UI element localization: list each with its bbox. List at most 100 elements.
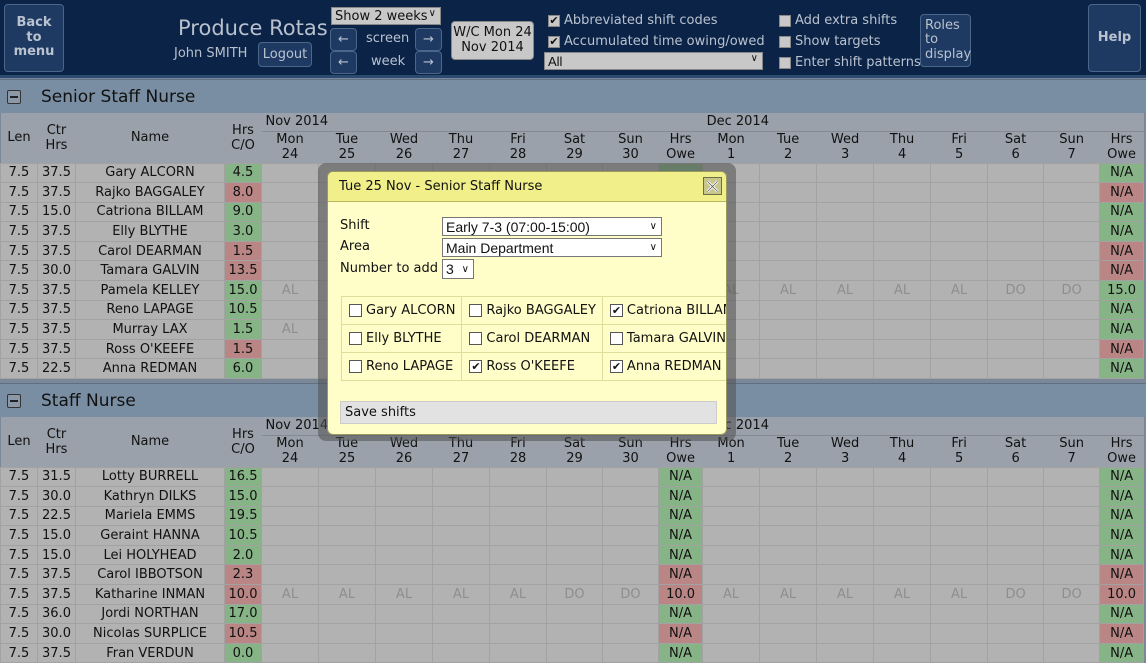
shift-cell[interactable] xyxy=(987,358,1045,380)
save-shifts-button[interactable]: Save shifts xyxy=(340,401,717,424)
shift-cell[interactable] xyxy=(759,623,818,644)
shift-cell[interactable] xyxy=(816,505,875,527)
shift-cell[interactable] xyxy=(546,564,603,586)
shift-cell[interactable] xyxy=(261,486,319,507)
shift-cell[interactable] xyxy=(702,544,761,566)
shift-cell[interactable] xyxy=(489,603,547,625)
roles-to-display-button[interactable]: Roles to display xyxy=(920,14,971,67)
shift-cell[interactable] xyxy=(987,603,1045,625)
shift-cell[interactable] xyxy=(987,182,1045,203)
prev-week-button[interactable]: ← xyxy=(330,51,357,74)
shift-cell[interactable] xyxy=(261,201,319,223)
shift-cell[interactable] xyxy=(702,525,761,546)
shift-cell[interactable] xyxy=(759,466,818,488)
shift-cell[interactable]: DO xyxy=(602,584,659,605)
shift-cell[interactable] xyxy=(261,358,319,380)
shift-cell[interactable] xyxy=(987,319,1045,340)
shift-select[interactable]: Early 7-3 (07:00-15:00) ∨ xyxy=(442,217,662,236)
shift-cell[interactable] xyxy=(261,525,319,546)
shift-cell[interactable] xyxy=(873,525,932,546)
shift-cell[interactable] xyxy=(261,182,319,203)
shift-cell[interactable] xyxy=(930,221,989,242)
shift-cell[interactable] xyxy=(930,486,989,507)
shift-cell[interactable] xyxy=(759,358,818,380)
shift-cell[interactable] xyxy=(816,642,875,663)
shift-cell[interactable]: AL xyxy=(261,584,319,605)
shift-cell[interactable] xyxy=(873,260,932,282)
shift-cell[interactable]: AL xyxy=(759,584,818,605)
shift-cell[interactable] xyxy=(602,603,659,625)
shift-cell[interactable] xyxy=(1043,525,1101,546)
shift-cell[interactable] xyxy=(759,201,818,223)
accumulated-time-checkbox[interactable]: ✔ Accumulated time owing/owed xyxy=(548,34,765,49)
shift-cell[interactable] xyxy=(816,623,875,644)
shift-cell[interactable] xyxy=(930,299,989,321)
shift-cell[interactable] xyxy=(759,260,818,282)
shift-cell[interactable] xyxy=(1043,642,1101,663)
shift-cell[interactable]: AL xyxy=(261,280,319,301)
area-select[interactable]: Main Department ∨ xyxy=(442,238,662,257)
shift-cell[interactable] xyxy=(930,505,989,527)
staff-checkbox[interactable]: ✔ Ross O'KEEFE xyxy=(469,359,596,374)
shift-cell[interactable]: AL xyxy=(873,280,932,301)
shift-cell[interactable] xyxy=(930,466,989,488)
shift-cell[interactable] xyxy=(816,221,875,242)
shift-cell[interactable] xyxy=(816,338,875,360)
shift-cell[interactable] xyxy=(432,466,490,488)
close-button[interactable] xyxy=(703,177,722,195)
shift-cell[interactable]: AL xyxy=(432,584,490,605)
shift-cell[interactable]: AL xyxy=(759,280,818,301)
shift-cell[interactable] xyxy=(602,564,659,586)
show-targets-checkbox[interactable]: Show targets xyxy=(779,34,881,49)
shift-cell[interactable] xyxy=(987,544,1045,566)
shift-cell[interactable] xyxy=(602,544,659,566)
shift-cell[interactable] xyxy=(1043,358,1101,380)
staff-checkbox[interactable]: ✔ Catriona BILLAM xyxy=(609,303,726,318)
shift-cell[interactable] xyxy=(759,642,818,663)
shift-cell[interactable] xyxy=(987,623,1045,644)
shift-cell[interactable] xyxy=(318,466,376,488)
shift-cell[interactable] xyxy=(1043,544,1101,566)
shift-cell[interactable] xyxy=(261,623,319,644)
shift-cell[interactable] xyxy=(930,201,989,223)
shift-cell[interactable] xyxy=(489,544,547,566)
shift-cell[interactable]: AL xyxy=(318,584,376,605)
shift-cell[interactable] xyxy=(759,338,818,360)
shift-cell[interactable]: AL xyxy=(873,584,932,605)
enter-shift-patterns-checkbox[interactable]: Enter shift patterns xyxy=(779,55,921,70)
shift-cell[interactable] xyxy=(873,466,932,488)
shift-cell[interactable] xyxy=(930,260,989,282)
shift-cell[interactable] xyxy=(261,240,319,262)
shift-cell[interactable] xyxy=(546,603,603,625)
collapse-icon[interactable] xyxy=(7,89,21,104)
add-extra-shifts-checkbox[interactable]: Add extra shifts xyxy=(779,13,897,28)
shift-cell[interactable] xyxy=(432,603,490,625)
shift-cell[interactable] xyxy=(546,466,603,488)
shift-cell[interactable] xyxy=(987,642,1045,663)
shift-cell[interactable] xyxy=(489,564,547,586)
shift-cell[interactable] xyxy=(1043,486,1101,507)
shift-cell[interactable] xyxy=(702,505,761,527)
shift-cell[interactable] xyxy=(987,564,1045,586)
shift-cell[interactable] xyxy=(261,505,319,527)
shift-cell[interactable]: AL xyxy=(816,280,875,301)
shift-cell[interactable] xyxy=(816,182,875,203)
shift-cell[interactable]: DO xyxy=(987,280,1045,301)
staff-checkbox[interactable]: Reno LAPAGE xyxy=(349,359,455,374)
shift-cell[interactable] xyxy=(432,623,490,644)
shift-cell[interactable] xyxy=(816,299,875,321)
shift-cell[interactable] xyxy=(432,642,490,663)
shift-cell[interactable] xyxy=(873,642,932,663)
shift-cell[interactable] xyxy=(261,642,319,663)
shift-cell[interactable] xyxy=(759,182,818,203)
shift-cell[interactable] xyxy=(873,299,932,321)
shift-cell[interactable] xyxy=(873,544,932,566)
shift-cell[interactable] xyxy=(602,525,659,546)
shift-cell[interactable] xyxy=(546,623,603,644)
shift-cell[interactable] xyxy=(987,338,1045,360)
shift-cell[interactable] xyxy=(987,201,1045,223)
shift-cell[interactable] xyxy=(816,201,875,223)
shift-cell[interactable] xyxy=(1043,299,1101,321)
shift-cell[interactable] xyxy=(930,162,989,184)
shift-cell[interactable] xyxy=(318,525,376,546)
